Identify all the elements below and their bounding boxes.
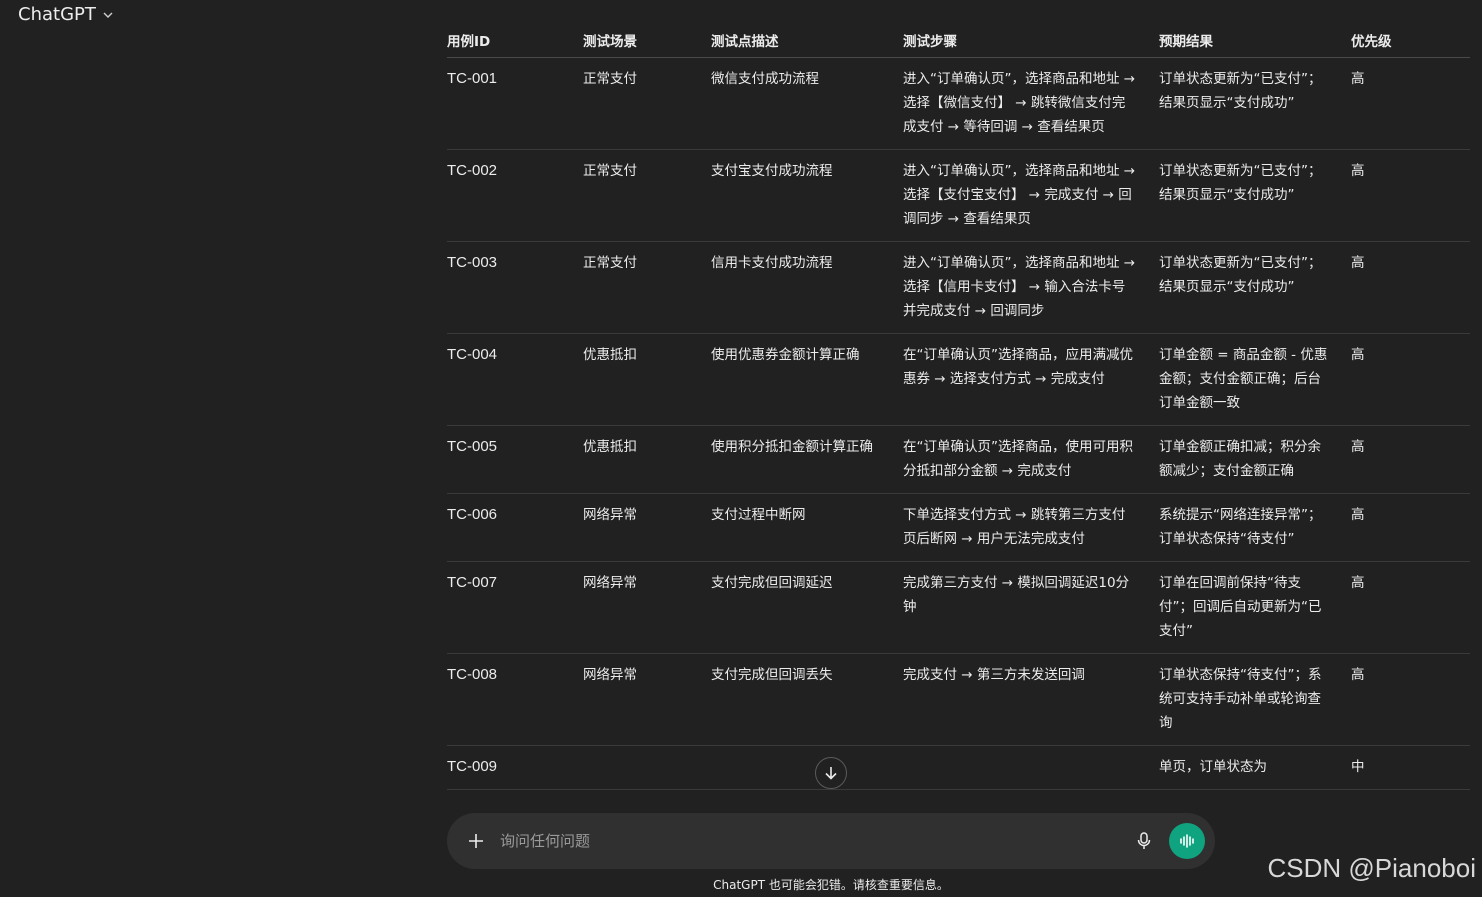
cell-steps — [903, 745, 1159, 790]
cell-steps: 完成支付 → 第三方未发送回调 — [903, 653, 1159, 746]
cell-steps: 进入“订单确认页”，选择商品和地址 → 选择【支付宝支付】 → 完成支付 → 回… — [903, 149, 1159, 242]
cell-expected: 订单状态保持“待支付”；系统可支持手动补单或轮询查询 — [1159, 653, 1351, 746]
cell-expected: 系统提示“网络连接异常”；订单状态保持“待支付” — [1159, 493, 1351, 562]
cell-description: 支付宝支付成功流程 — [711, 149, 903, 242]
table-row: TC-006 网络异常 支付过程中断网 下单选择支付方式 → 跳转第三方支付页后断网 … — [447, 493, 1470, 562]
table-row: TC-007 网络异常 支付完成但回调延迟 完成第三方支付 → 模拟回调延迟10分钟订… — [447, 561, 1470, 654]
model-selector[interactable]: ChatGPT — [18, 4, 114, 25]
cell-priority: 高 — [1351, 493, 1470, 562]
cell-case-id: TC-009 — [447, 745, 583, 790]
cell-expected: 订单在回调前保持“待支付”；回调后自动更新为“已支付” — [1159, 561, 1351, 654]
cell-case-id: TC-005 — [447, 425, 583, 494]
header-description: 测试点描述 — [711, 26, 903, 58]
cell-case-id: TC-007 — [447, 561, 583, 654]
table-row: TC-004 优惠抵扣 使用优惠券金额计算正确 在“订单确认页”选择商品，应用满减优惠… — [447, 333, 1470, 426]
composer — [447, 813, 1215, 869]
table-header-row: 用例ID 测试场景 测试点描述 测试步骤 预期结果 优先级 — [447, 26, 1470, 58]
cell-scenario: 网络异常 — [583, 561, 711, 654]
disclaimer-text: ChatGPT 也可能会犯错。请核查重要信息。 — [713, 878, 949, 892]
header-expected: 预期结果 — [1159, 26, 1351, 58]
cell-expected: 订单金额 = 商品金额 - 优惠金额；支付金额正确；后台订单金额一致 — [1159, 333, 1351, 426]
cell-steps: 完成第三方支付 → 模拟回调延迟10分钟 — [903, 561, 1159, 654]
cell-priority: 高 — [1351, 561, 1470, 654]
cell-priority: 中 — [1351, 745, 1470, 790]
table-row: TC-001 正常支付 微信支付成功流程 进入“订单确认页”，选择商品和地址 → 选择… — [447, 57, 1470, 150]
cell-priority: 高 — [1351, 149, 1470, 242]
cell-steps: 在“订单确认页”选择商品，使用可用积分抵扣部分金额 → 完成支付 — [903, 425, 1159, 494]
table-row: TC-002 正常支付 支付宝支付成功流程 进入“订单确认页”，选择商品和地址 → 选… — [447, 149, 1470, 242]
cell-steps: 在“订单确认页”选择商品，应用满减优惠券 → 选择支付方式 → 完成支付 — [903, 333, 1159, 426]
table-row: TC-003 正常支付 信用卡支付成功流程 进入“订单确认页”，选择商品和地址 → 选… — [447, 241, 1470, 334]
cell-steps: 进入“订单确认页”，选择商品和地址 → 选择【信用卡支付】 → 输入合法卡号并完… — [903, 241, 1159, 334]
cell-description: 支付过程中断网 — [711, 493, 903, 562]
cell-case-id: TC-003 — [447, 241, 583, 334]
test-case-table-container: 用例ID 测试场景 测试点描述 测试步骤 预期结果 优先级 TC-001 正常支付… — [447, 26, 1470, 846]
cell-scenario: 正常支付 — [583, 57, 711, 150]
table-row: TC-009 单页，订单状态为中 — [447, 745, 1470, 790]
header-priority: 优先级 — [1351, 26, 1470, 58]
cell-description — [711, 745, 903, 790]
plus-icon[interactable] — [467, 832, 485, 850]
cell-scenario: 优惠抵扣 — [583, 425, 711, 494]
cell-expected: 订单状态更新为“已支付”；结果页显示“支付成功” — [1159, 57, 1351, 150]
cell-description: 支付完成但回调丢失 — [711, 653, 903, 746]
table-row: TC-005 优惠抵扣 使用积分抵扣金额计算正确 在“订单确认页”选择商品，使用可用积… — [447, 425, 1470, 494]
cell-priority: 高 — [1351, 333, 1470, 426]
waveform-icon — [1180, 834, 1194, 848]
test-case-table: 用例ID 测试场景 测试点描述 测试步骤 预期结果 优先级 TC-001 正常支付… — [447, 26, 1470, 790]
scroll-to-bottom-button[interactable] — [815, 757, 847, 789]
cell-scenario: 优惠抵扣 — [583, 333, 711, 426]
cell-scenario: 网络异常 — [583, 493, 711, 562]
cell-steps: 进入“订单确认页”，选择商品和地址 → 选择【微信支付】 → 跳转微信支付完成支… — [903, 57, 1159, 150]
cell-priority: 高 — [1351, 57, 1470, 150]
cell-scenario: 网络异常 — [583, 653, 711, 746]
header-case-id: 用例ID — [447, 26, 583, 58]
cell-expected: 订单金额正确扣减；积分余额减少；支付金额正确 — [1159, 425, 1351, 494]
watermark: CSDN @Pianoboi — [1267, 853, 1476, 883]
cell-description: 使用积分抵扣金额计算正确 — [711, 425, 903, 494]
header-steps: 测试步骤 — [903, 26, 1159, 58]
cell-description: 微信支付成功流程 — [711, 57, 903, 150]
cell-case-id: TC-002 — [447, 149, 583, 242]
cell-expected: 单页，订单状态为 — [1159, 745, 1351, 790]
cell-description: 信用卡支付成功流程 — [711, 241, 903, 334]
app-title: ChatGPT — [18, 4, 96, 25]
cell-case-id: TC-004 — [447, 333, 583, 426]
cell-steps: 下单选择支付方式 → 跳转第三方支付页后断网 → 用户无法完成支付 — [903, 493, 1159, 562]
microphone-icon — [1137, 832, 1151, 849]
cell-priority: 高 — [1351, 653, 1470, 746]
header-scenario: 测试场景 — [583, 26, 711, 58]
cell-scenario — [583, 745, 711, 790]
voice-mode-button[interactable] — [1169, 823, 1205, 859]
cell-priority: 高 — [1351, 241, 1470, 334]
chevron-down-icon — [103, 12, 113, 18]
cell-description: 支付完成但回调延迟 — [711, 561, 903, 654]
cell-scenario: 正常支付 — [583, 241, 711, 334]
cell-case-id: TC-001 — [447, 57, 583, 150]
cell-expected: 订单状态更新为“已支付”；结果页显示“支付成功” — [1159, 241, 1351, 334]
table-row: TC-008 网络异常 支付完成但回调丢失 完成支付 → 第三方未发送回调 订单状态保持… — [447, 653, 1470, 746]
prompt-input[interactable] — [500, 832, 1133, 850]
cell-expected: 订单状态更新为“已支付”；结果页显示“支付成功” — [1159, 149, 1351, 242]
cell-description: 使用优惠券金额计算正确 — [711, 333, 903, 426]
cell-scenario: 正常支付 — [583, 149, 711, 242]
arrow-down-icon — [825, 767, 837, 780]
microphone-button[interactable] — [1133, 830, 1155, 852]
cell-case-id: TC-008 — [447, 653, 583, 746]
cell-case-id: TC-006 — [447, 493, 583, 562]
cell-priority: 高 — [1351, 425, 1470, 494]
